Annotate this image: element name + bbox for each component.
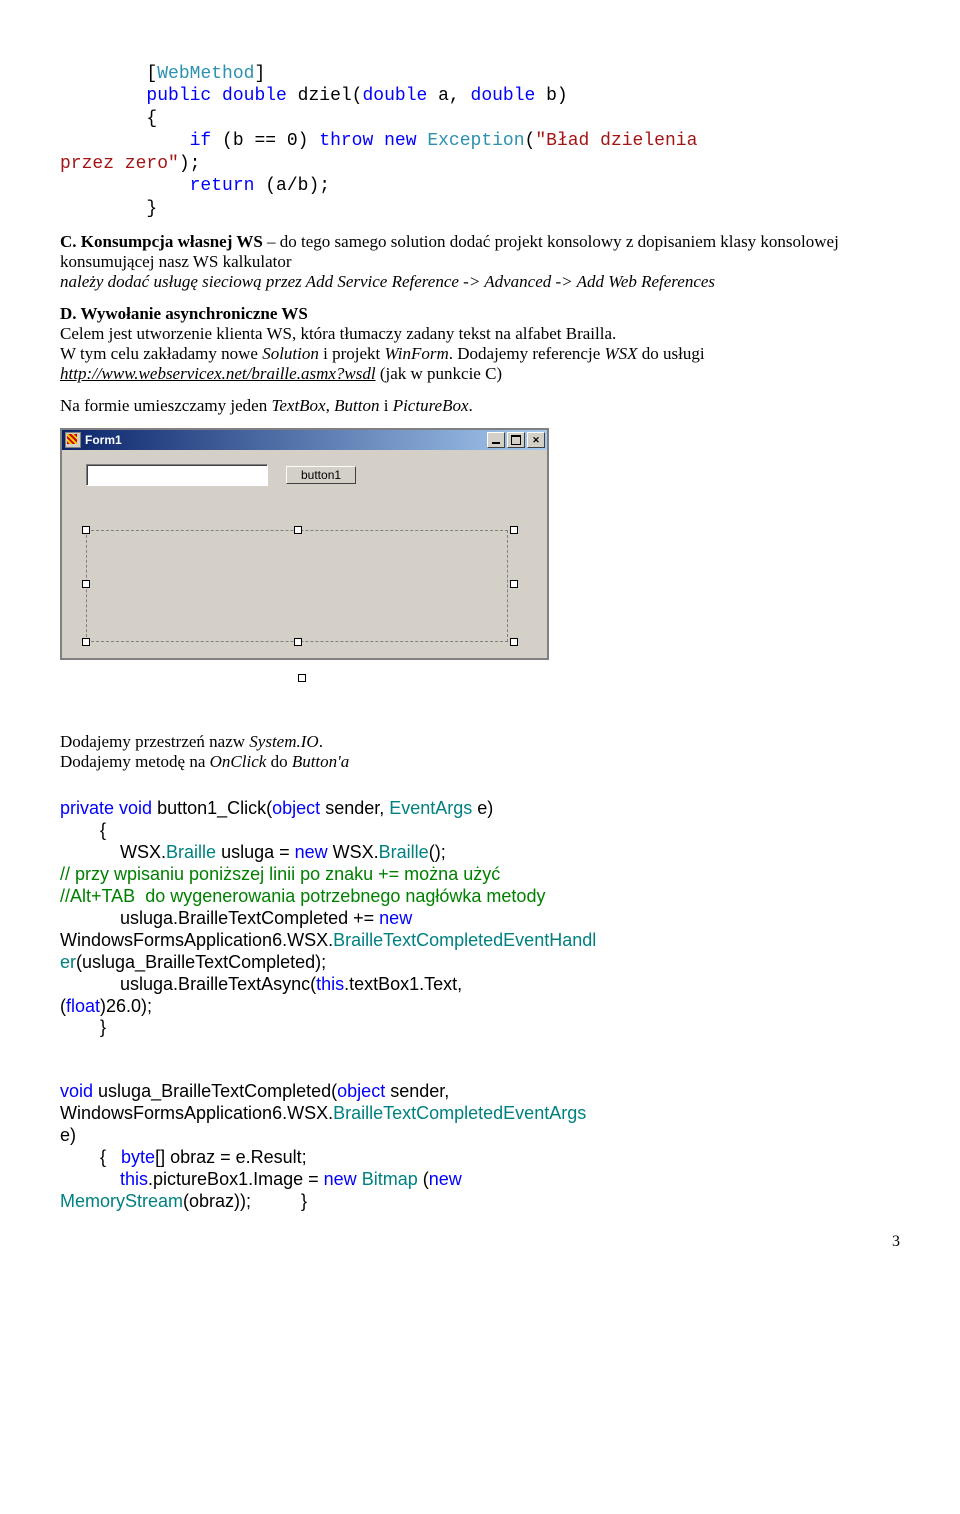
heading-c: C. Konsumpcja własnej WS: [60, 232, 263, 251]
resize-handle[interactable]: [510, 526, 518, 534]
heading-d: D. Wywołanie asynchroniczne WS: [60, 304, 308, 323]
resize-handle[interactable]: [82, 580, 90, 588]
paragraph-d: D. Wywołanie asynchroniczne WS Celem jes…: [60, 304, 900, 384]
paragraph-e: Dodajemy przestrzeń nazw System.IO. Doda…: [60, 732, 900, 772]
form1-window: Form1 button1: [60, 428, 549, 660]
code-block-button-click: private void button1_Click(object sender…: [60, 776, 900, 1039]
resize-handle[interactable]: [298, 674, 306, 682]
resize-handle[interactable]: [82, 526, 90, 534]
form-icon: [65, 432, 81, 448]
paragraph-c: C. Konsumpcja własnej WS – do tego sameg…: [60, 232, 900, 292]
wsdl-link[interactable]: http://www.webservicex.net/braille.asmx?…: [60, 364, 376, 383]
button1[interactable]: button1: [286, 466, 356, 484]
resize-handle[interactable]: [294, 526, 302, 534]
code-block-webmethod: [WebMethod] public double dziel(double a…: [60, 40, 900, 220]
resize-handle[interactable]: [82, 638, 90, 646]
close-button[interactable]: [527, 432, 545, 448]
resize-handle[interactable]: [510, 638, 518, 646]
minimize-button[interactable]: [487, 432, 505, 448]
form1-titlebar: Form1: [62, 430, 547, 450]
maximize-button[interactable]: [507, 432, 525, 448]
resize-handle[interactable]: [510, 580, 518, 588]
picturebox1[interactable]: [86, 530, 508, 642]
page-number: 3: [60, 1233, 900, 1251]
paragraph-d2: Na formie umieszczamy jeden TextBox, But…: [60, 396, 900, 416]
form1-title: Form1: [85, 433, 122, 447]
textbox1[interactable]: [86, 464, 268, 486]
code-block-completed: void usluga_BrailleTextCompleted(object …: [60, 1059, 900, 1213]
resize-handle[interactable]: [294, 638, 302, 646]
